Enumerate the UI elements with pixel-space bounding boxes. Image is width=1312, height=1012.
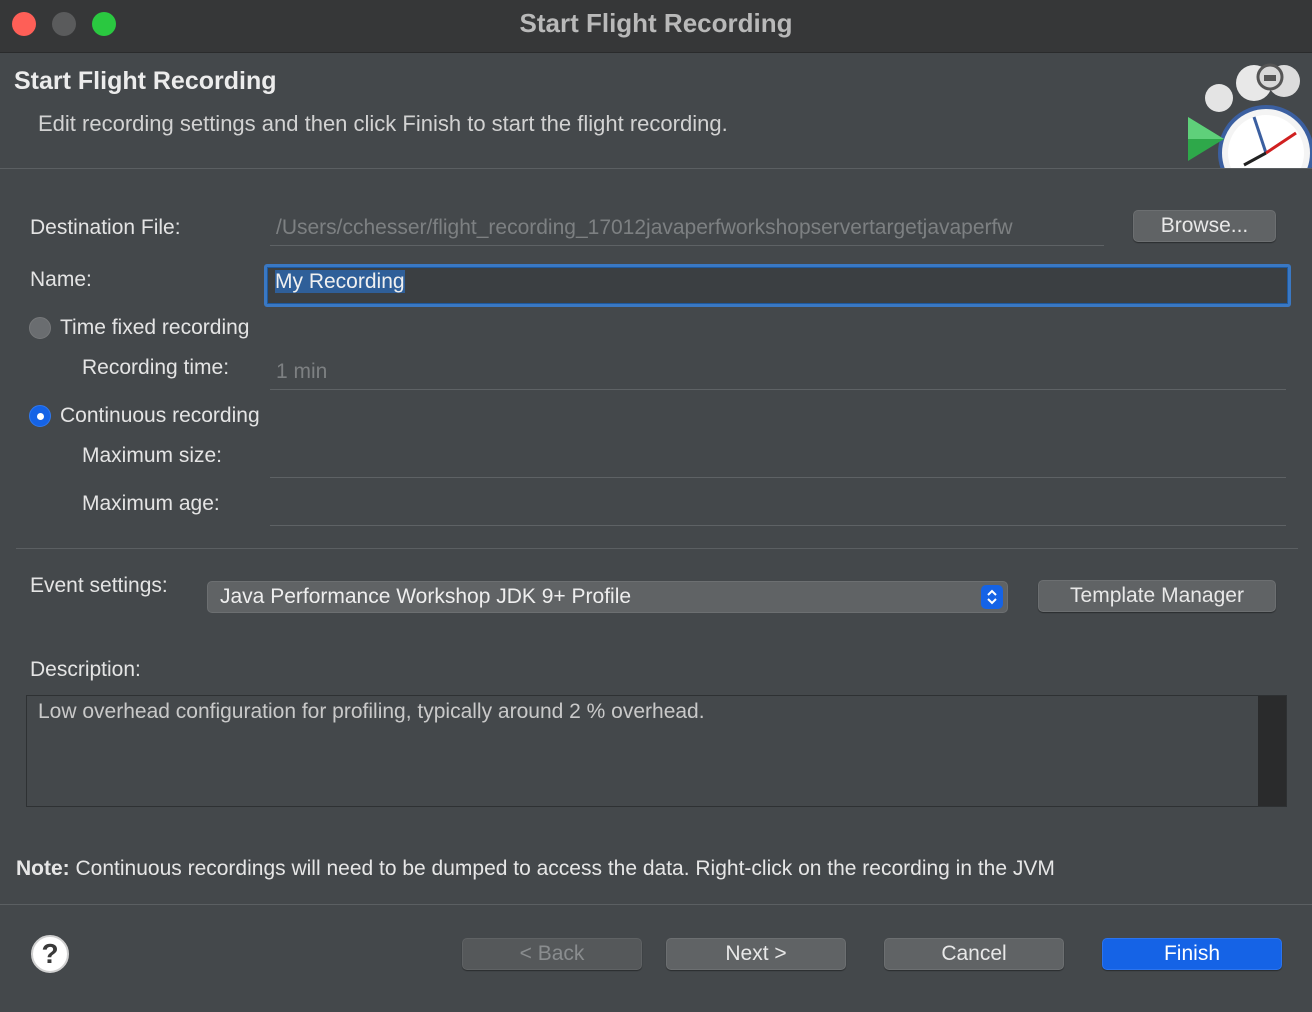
finish-button[interactable]: Finish — [1102, 938, 1282, 970]
section-divider — [16, 548, 1298, 549]
recording-time-field[interactable]: 1 min — [270, 354, 1286, 390]
browse-button[interactable]: Browse... — [1133, 210, 1276, 242]
maximum-size-field[interactable] — [270, 442, 1286, 478]
template-manager-button[interactable]: Template Manager — [1038, 580, 1276, 612]
footer-divider — [0, 904, 1312, 905]
destination-file-label: Destination File: — [30, 216, 181, 239]
time-fixed-label[interactable]: Time fixed recording — [60, 316, 249, 340]
event-settings-value: Java Performance Workshop JDK 9+ Profile — [220, 585, 632, 608]
stopwatch-play-icon — [1184, 53, 1312, 168]
maximum-size-label: Maximum size: — [82, 444, 223, 467]
continuous-radio[interactable] — [29, 405, 51, 427]
title-bar: Start Flight Recording — [0, 0, 1312, 53]
name-input[interactable]: My Recording — [264, 264, 1291, 307]
help-icon[interactable]: ? — [31, 935, 69, 973]
back-button[interactable]: < Back — [462, 938, 642, 970]
note-body: Continuous recordings will need to be du… — [69, 857, 1055, 880]
event-settings-select[interactable]: Java Performance Workshop JDK 9+ Profile — [207, 581, 1008, 613]
continuous-label[interactable]: Continuous recording — [60, 404, 260, 428]
maximum-age-label: Maximum age: — [82, 492, 220, 515]
window-title: Start Flight Recording — [519, 8, 793, 38]
banner-description: Edit recording settings and then click F… — [38, 111, 728, 136]
banner-title: Start Flight Recording — [14, 67, 277, 95]
description-text-area[interactable]: Low overhead configuration for profiling… — [26, 695, 1287, 807]
maximum-age-field[interactable] — [270, 490, 1286, 526]
time-fixed-radio[interactable] — [29, 317, 51, 339]
wizard-banner: Start Flight Recording Edit recording se… — [0, 53, 1312, 169]
description-label: Description: — [30, 658, 141, 681]
destination-file-field[interactable]: /Users/cchesser/flight_recording_17012ja… — [270, 210, 1104, 246]
chevron-up-down-icon — [981, 585, 1003, 609]
name-input-value: My Recording — [275, 270, 405, 293]
event-settings-label: Event settings: — [30, 574, 168, 597]
description-text: Low overhead configuration for profiling… — [38, 700, 705, 723]
note-prefix: Note: — [16, 857, 70, 880]
recording-time-label: Recording time: — [82, 356, 230, 379]
description-scrollbar[interactable] — [1258, 696, 1286, 806]
dialog-window: Start Flight Recording Start Flight Reco… — [0, 0, 1312, 1012]
name-label: Name: — [30, 268, 92, 291]
note-text: Note: Continuous recordings will need to… — [16, 857, 1055, 881]
next-button[interactable]: Next > — [666, 938, 846, 970]
cancel-button[interactable]: Cancel — [884, 938, 1064, 970]
